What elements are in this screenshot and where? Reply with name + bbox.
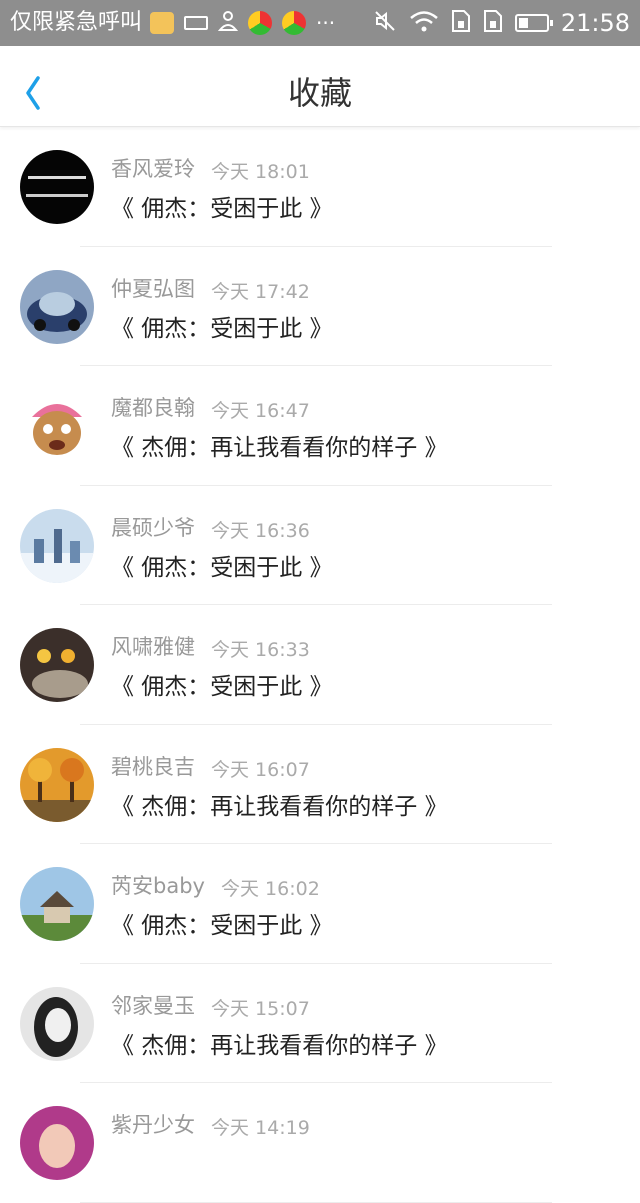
keyboard-icon bbox=[184, 16, 208, 30]
favorite-timestamp: 今天 17:42 bbox=[211, 280, 310, 303]
favorite-timestamp: 今天 16:36 bbox=[211, 519, 310, 542]
favorite-timestamp: 今天 16:47 bbox=[211, 400, 310, 422]
avatar[interactable] bbox=[20, 628, 94, 702]
avatar[interactable] bbox=[20, 389, 94, 463]
avatar[interactable] bbox=[20, 867, 94, 941]
app-icon bbox=[282, 11, 306, 35]
favorite-author-name: 碧桃良吉 bbox=[111, 754, 195, 779]
app-icon bbox=[248, 11, 272, 35]
favorite-author-name: 邻家曼玉 bbox=[111, 993, 195, 1018]
status-bar: 仅限紧急呼叫 ··· 21:58 bbox=[0, 0, 640, 46]
page-title: 收藏 bbox=[287, 74, 352, 112]
favorite-item[interactable]: 风啸雅健 今天 16:33 《 佣杰：受困于此 》 bbox=[0, 605, 640, 725]
divider bbox=[80, 1201, 552, 1203]
favorite-message: 《 杰佣：再让我看看你的样子 》 bbox=[111, 435, 448, 461]
chevron-left-icon bbox=[26, 76, 40, 110]
avatar[interactable] bbox=[20, 150, 94, 224]
favorite-author-name: 芮安baby bbox=[111, 874, 205, 898]
notification-icons: ··· bbox=[150, 10, 335, 36]
favorites-list: 香风爱玲 今天 18:01 《 佣杰：受困于此 》 仲夏弘图 今天 17:42 … bbox=[0, 127, 640, 1203]
favorite-item[interactable]: 仲夏弘图 今天 17:42 《 佣杰：受困于此 》 bbox=[0, 247, 640, 366]
carrier-text: 仅限紧急呼叫 bbox=[10, 10, 143, 35]
wifi-icon bbox=[409, 9, 439, 37]
header: 收藏 bbox=[0, 46, 640, 127]
sim1-icon bbox=[451, 9, 471, 37]
favorite-message: 《 佣杰：受困于此 》 bbox=[111, 674, 333, 700]
favorite-message: 《 杰佣：再让我看看你的样子 》 bbox=[111, 1032, 448, 1059]
system-icons: 21:58 bbox=[373, 8, 630, 38]
avatar[interactable] bbox=[20, 269, 94, 344]
favorite-message: 《 杰佣：再让我看看你的样子 》 bbox=[111, 793, 448, 820]
favorite-item[interactable]: 晨硕少爷 今天 16:36 《 佣杰：受困于此 》 bbox=[0, 486, 640, 605]
favorite-item[interactable]: 紫丹少女 今天 14:19 bbox=[0, 1083, 640, 1203]
mute-icon bbox=[373, 9, 397, 37]
favorite-author-name: 风啸雅健 bbox=[111, 635, 195, 659]
user-icon bbox=[217, 10, 239, 36]
favorite-author-name: 紫丹少女 bbox=[111, 1113, 195, 1137]
favorite-timestamp: 今天 18:01 bbox=[211, 161, 310, 183]
favorite-timestamp: 今天 15:07 bbox=[211, 997, 310, 1020]
favorite-timestamp: 今天 16:02 bbox=[221, 878, 320, 900]
favorite-timestamp: 今天 14:19 bbox=[211, 1117, 310, 1139]
favorite-item[interactable]: 碧桃良吉 今天 16:07 《 杰佣：再让我看看你的样子 》 bbox=[0, 725, 640, 844]
avatar[interactable] bbox=[20, 986, 94, 1061]
favorite-author-name: 香风爱玲 bbox=[111, 157, 195, 181]
favorite-message: 《 佣杰：受困于此 》 bbox=[111, 913, 333, 939]
overflow-indicator: ··· bbox=[316, 11, 336, 35]
favorite-author-name: 魔都良翰 bbox=[111, 396, 195, 420]
favorite-message: 《 佣杰：受困于此 》 bbox=[111, 196, 333, 222]
favorite-item[interactable]: 邻家曼玉 今天 15:07 《 杰佣：再让我看看你的样子 》 bbox=[0, 964, 640, 1083]
favorite-author-name: 晨硕少爷 bbox=[111, 515, 195, 540]
sim2-icon bbox=[483, 9, 503, 37]
avatar[interactable] bbox=[20, 747, 94, 822]
favorite-timestamp: 今天 16:07 bbox=[211, 758, 310, 781]
favorite-message: 《 佣杰：受困于此 》 bbox=[111, 315, 333, 342]
back-button[interactable] bbox=[16, 62, 56, 110]
favorite-timestamp: 今天 16:33 bbox=[211, 639, 310, 661]
favorite-message: 《 佣杰：受困于此 》 bbox=[111, 554, 333, 581]
favorite-item[interactable]: 香风爱玲 今天 18:01 《 佣杰：受困于此 》 bbox=[0, 127, 640, 247]
favorite-author-name: 仲夏弘图 bbox=[111, 276, 195, 301]
favorite-item[interactable]: 魔都良翰 今天 16:47 《 杰佣：再让我看看你的样子 》 bbox=[0, 366, 640, 486]
clock: 21:58 bbox=[560, 9, 630, 37]
battery-icon bbox=[514, 14, 553, 32]
favorite-item[interactable]: 芮安baby 今天 16:02 《 佣杰：受困于此 》 bbox=[0, 844, 640, 964]
emoji-icon bbox=[150, 12, 174, 34]
avatar[interactable] bbox=[20, 1106, 94, 1180]
avatar[interactable] bbox=[20, 508, 94, 583]
